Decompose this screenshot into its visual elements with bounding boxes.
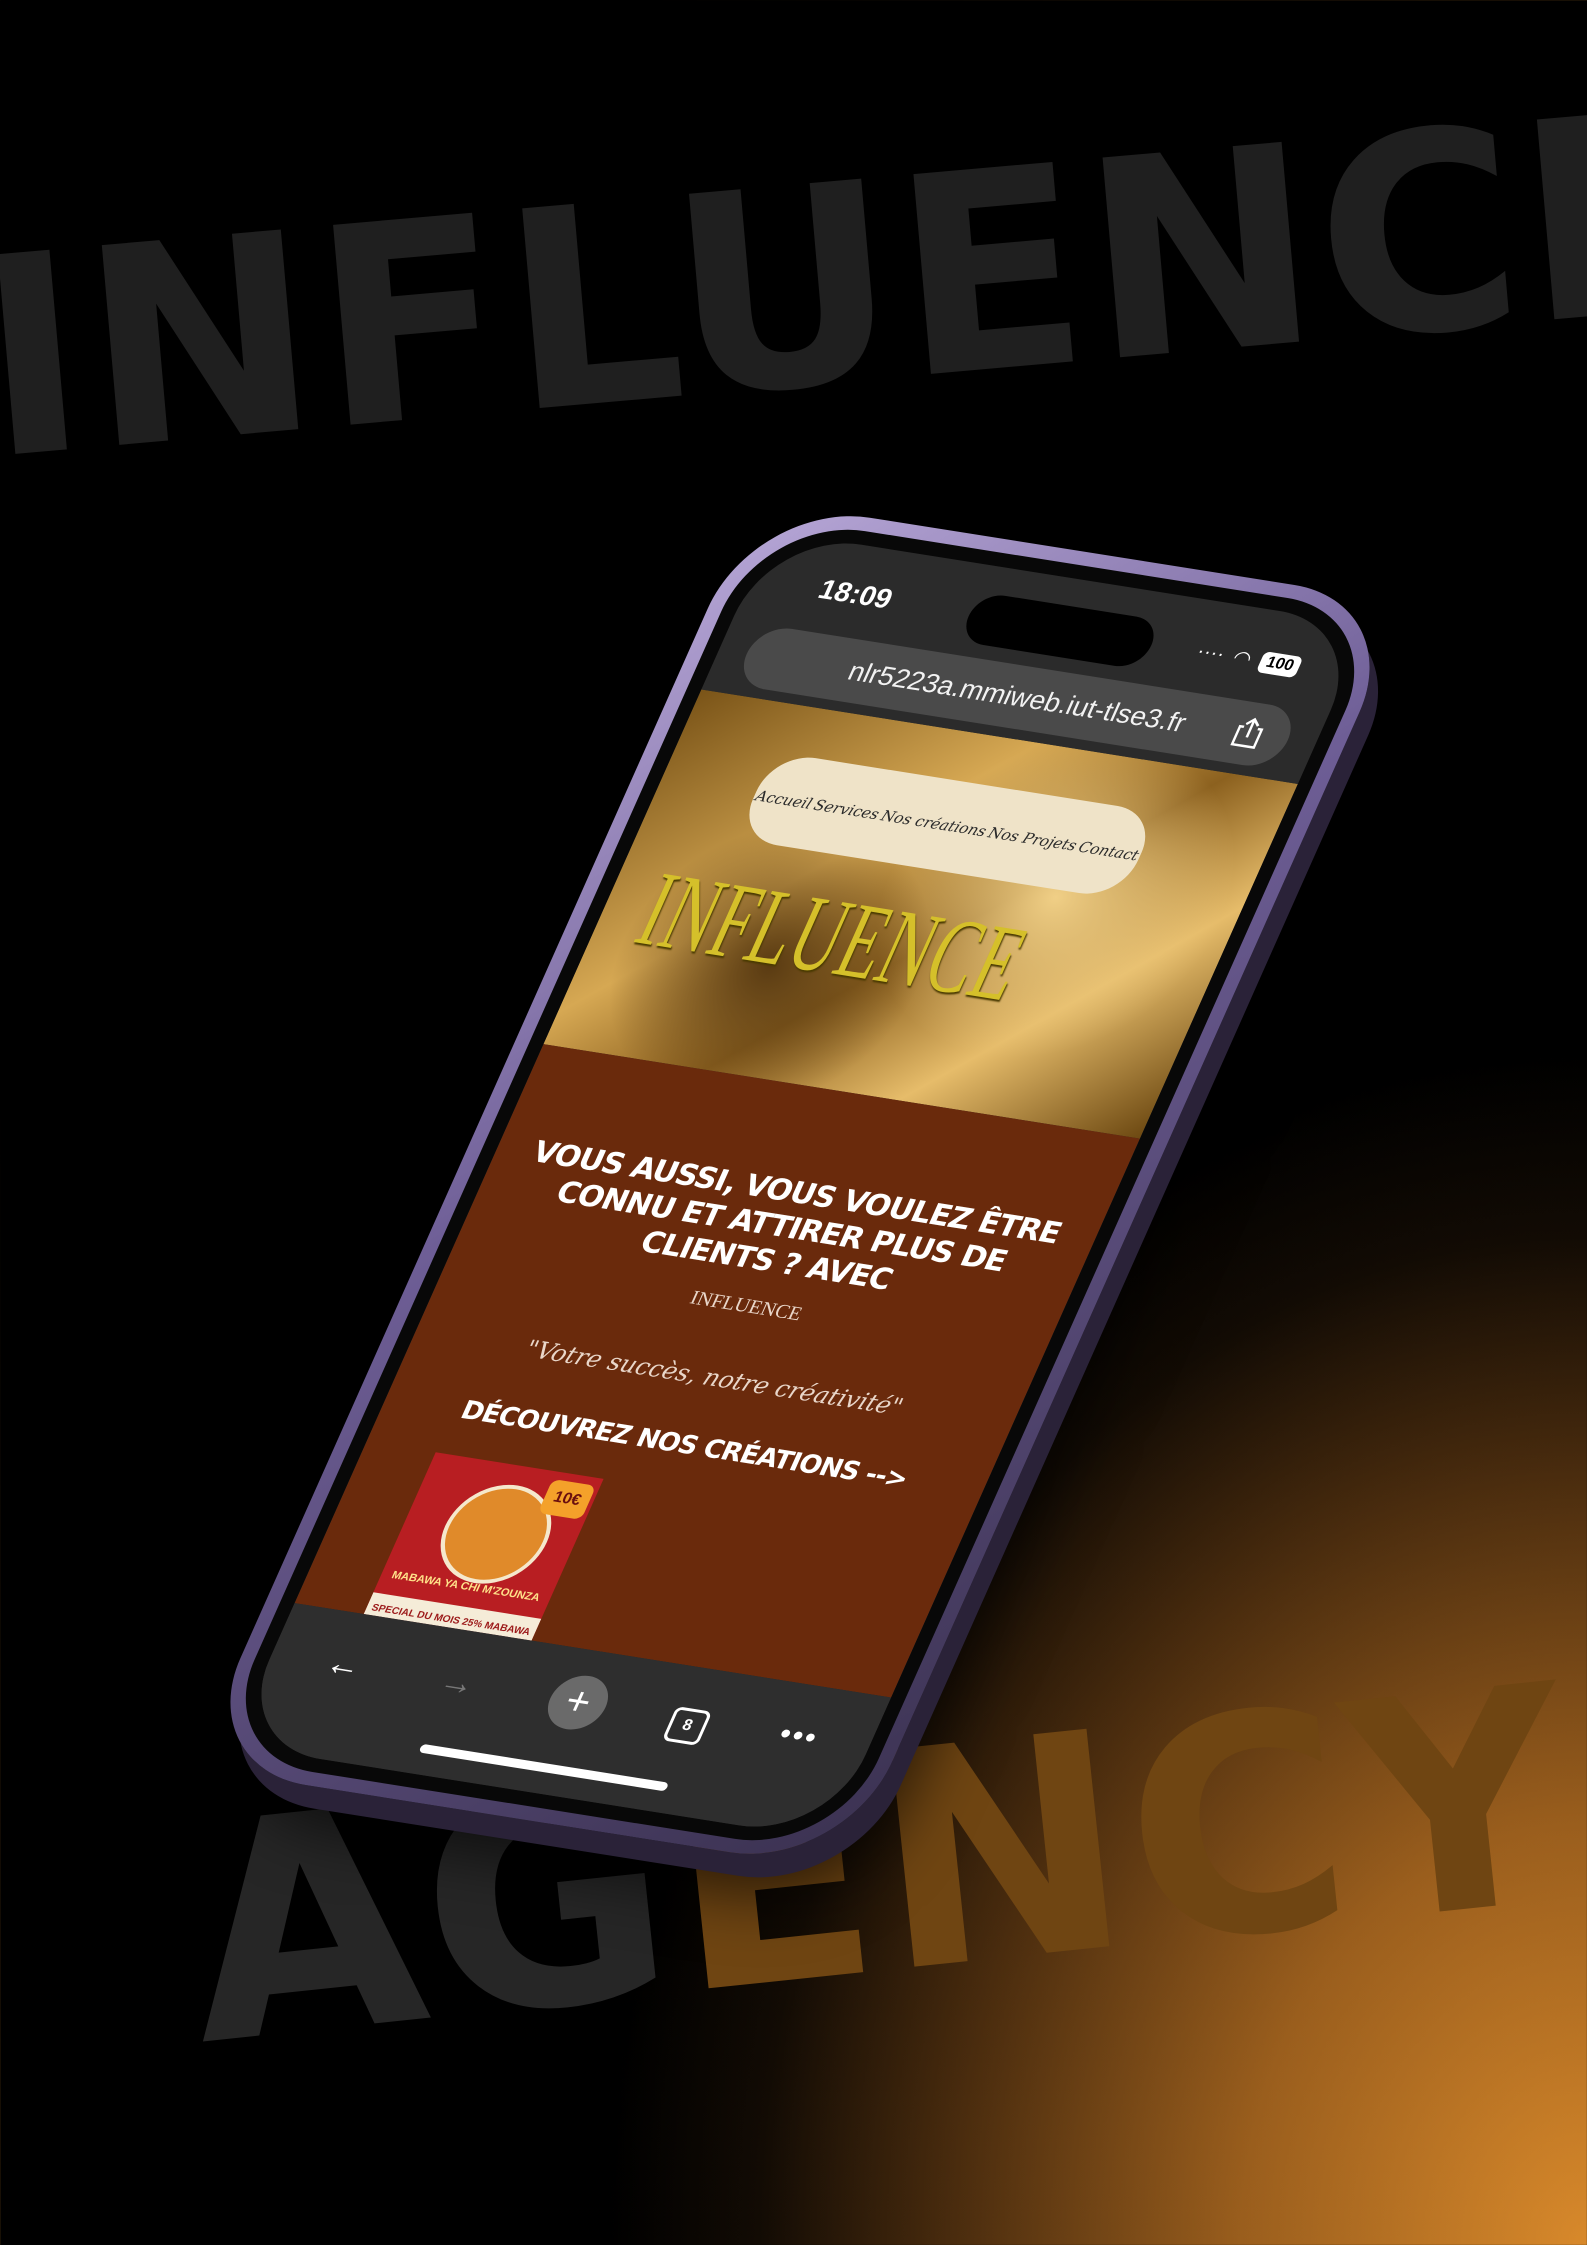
share-icon[interactable] xyxy=(1226,714,1272,751)
battery-icon: 100 xyxy=(1256,650,1304,678)
nav-item-accueil[interactable]: Accueil xyxy=(753,787,816,813)
wifi-icon: ◠ xyxy=(1228,646,1256,671)
status-icons: ···· ◠ 100 xyxy=(1192,639,1304,679)
main-content: VOUS AUSSI, VOUS VOULEZ ÊTRE CONNU ET AT… xyxy=(294,1044,1140,1698)
nav-item-contact[interactable]: Contact xyxy=(1076,838,1142,864)
phone-screen: 18:09 ···· ◠ 100 nlr5223a.mmiweb.iut-tls… xyxy=(231,530,1369,1840)
new-tab-plus-icon[interactable]: + xyxy=(538,1671,618,1734)
forward-arrow-icon[interactable]: → xyxy=(426,1657,491,1708)
more-menu-icon[interactable]: ••• xyxy=(766,1711,831,1762)
status-time: 18:09 xyxy=(813,573,898,615)
tabs-count-icon[interactable]: 8 xyxy=(661,1706,713,1746)
website-viewport[interactable]: Accueil Services Nos créations Nos Proje… xyxy=(294,689,1298,1698)
headline: VOUS AUSSI, VOUS VOULEZ ÊTRE CONNU ET AT… xyxy=(526,1134,1067,1298)
tabs-button[interactable]: 8 xyxy=(658,1694,723,1746)
signal-icon: ···· xyxy=(1193,640,1229,666)
nav-item-services[interactable]: Services xyxy=(811,796,882,823)
dynamic-island xyxy=(957,591,1163,670)
back-arrow-icon[interactable]: ← xyxy=(312,1639,377,1690)
nav-item-nos-creations[interactable]: Nos créations xyxy=(878,807,990,840)
nav-item-nos-projets[interactable]: Nos Projets xyxy=(985,824,1080,855)
price-badge: 10€ xyxy=(537,1478,597,1520)
background-title-influence: INFLUENCE xyxy=(0,50,1587,521)
